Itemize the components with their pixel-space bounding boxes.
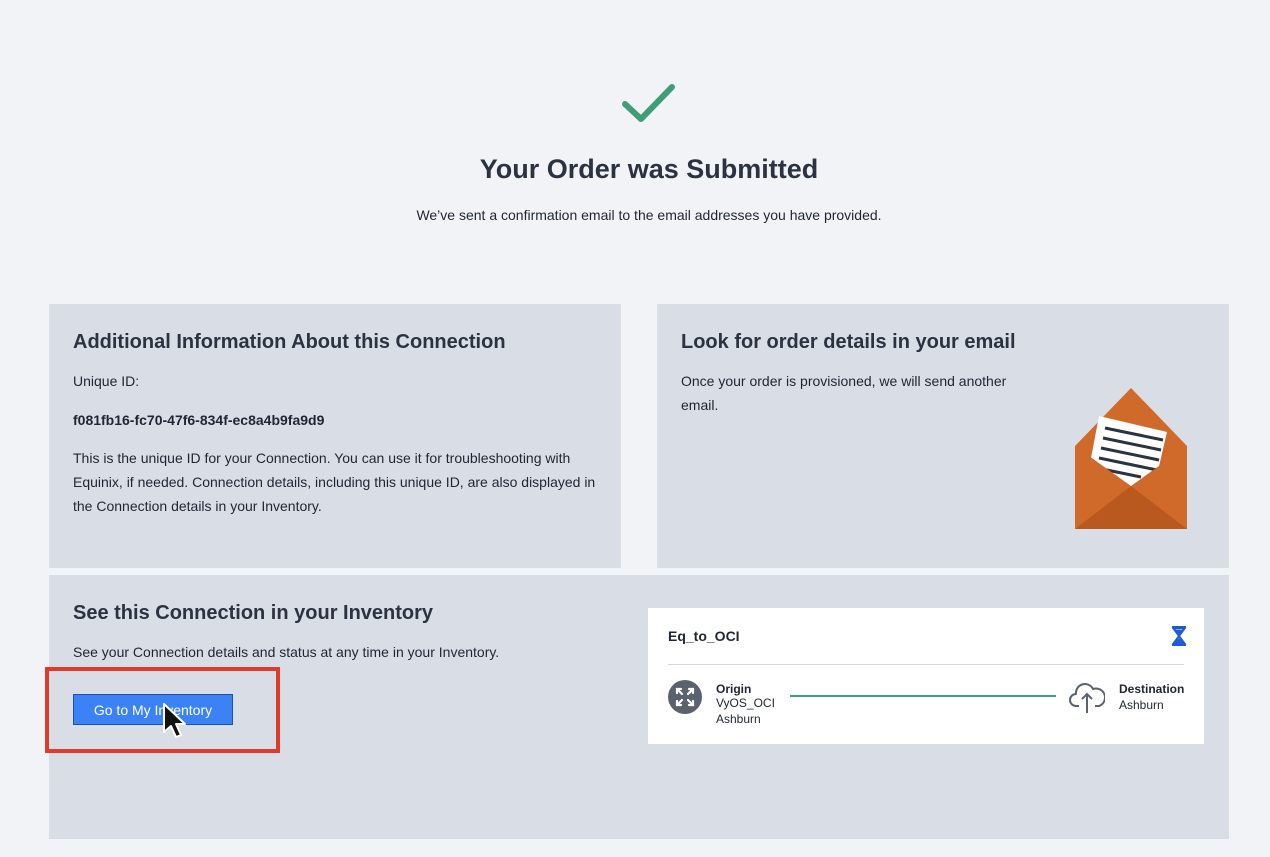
destination-label: Destination xyxy=(1119,682,1185,696)
page-subtitle: We’ve sent a confirmation email to the e… xyxy=(416,207,882,223)
connection-card[interactable]: Eq_to_OCI Origin VyOS_OCI Ashburn Destin… xyxy=(648,608,1204,744)
inventory-heading: See this Connection in your Inventory xyxy=(73,602,434,624)
connection-name: Eq_to_OCI xyxy=(668,628,740,644)
network-hub-icon xyxy=(668,680,702,714)
unique-id-value: f081fb16-fc70-47f6-834f-ec8a4b9fa9d9 xyxy=(73,412,325,428)
page-title: Your Order was Submitted xyxy=(479,154,819,184)
inventory-text: See your Connection details and status a… xyxy=(73,644,500,660)
card-divider xyxy=(668,664,1184,665)
envelope-letter-icon xyxy=(1075,388,1187,529)
destination-location: Ashburn xyxy=(1119,698,1164,712)
email-panel: Look for order details in your email Onc… xyxy=(657,304,1229,568)
unique-id-description: This is the unique ID for your Connectio… xyxy=(73,450,596,514)
hourglass-icon xyxy=(1171,626,1187,646)
email-heading: Look for order details in your email xyxy=(681,331,1016,353)
mouse-cursor-icon xyxy=(163,703,186,738)
origin-name: VyOS_OCI xyxy=(716,696,775,710)
origin-location: Ashburn xyxy=(716,712,761,726)
connection-line xyxy=(790,695,1056,697)
email-text: Once your order is provisioned, we will … xyxy=(681,373,1007,413)
cloud-upload-icon xyxy=(1069,683,1105,713)
additional-info-panel: Additional Information About this Connec… xyxy=(49,304,621,568)
inventory-panel: See this Connection in your Inventory Se… xyxy=(45,575,1229,839)
additional-info-heading: Additional Information About this Connec… xyxy=(73,331,506,353)
go-to-inventory-button[interactable]: Go to My Inventory xyxy=(73,694,233,725)
unique-id-label: Unique ID: xyxy=(73,373,140,389)
origin-label: Origin xyxy=(716,682,752,696)
check-icon xyxy=(622,84,675,122)
